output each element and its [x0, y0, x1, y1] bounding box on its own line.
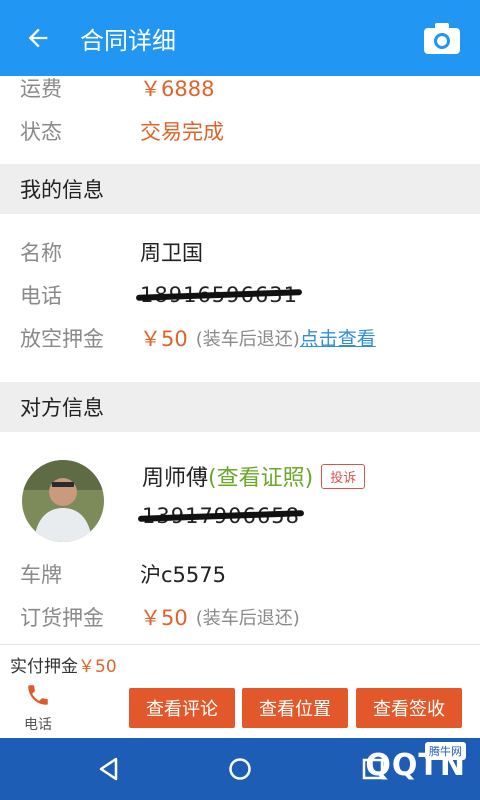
nav-back-icon: [99, 757, 118, 781]
nav-back-button[interactable]: [94, 754, 124, 784]
status-value: 交易完成: [140, 119, 224, 144]
paid-label: 实付押金: [10, 657, 78, 677]
status-row: 状态 交易完成: [0, 109, 480, 152]
freight-label: 运费: [20, 76, 62, 101]
nav-home-icon: [229, 758, 251, 780]
other-info-header: 对方信息: [0, 382, 480, 432]
avatar-photo: [22, 460, 104, 542]
my-phone-value: 18916596631: [140, 282, 298, 307]
page-title: 合同详细: [80, 26, 176, 55]
footer-divider: [0, 644, 480, 645]
phone-icon: [28, 685, 48, 705]
my-name-value: 周卫国: [140, 240, 203, 265]
other-phone-value: 13917906658: [142, 504, 300, 528]
arrow-left-icon: [28, 28, 48, 48]
my-deposit-label: 放空押金: [20, 326, 104, 351]
status-label: 状态: [20, 119, 62, 144]
plate-value: 沪c5575: [140, 562, 226, 587]
order-deposit-row: 订货押金 ￥50 (装车后退还): [0, 595, 480, 638]
paid-value: ￥50: [78, 657, 117, 677]
watermark-badge: 腾牛网: [425, 742, 466, 760]
order-deposit-hint: (装车后退还): [195, 607, 300, 629]
camera-icon: [424, 23, 460, 54]
view-reviews-button[interactable]: 查看评论: [129, 688, 235, 728]
call-button[interactable]: 电话: [18, 682, 58, 734]
system-nav-bar: QQTN 腾牛网: [0, 738, 480, 800]
my-phone-label: 电话: [20, 283, 62, 308]
view-deposit-link[interactable]: 点击查看: [300, 324, 376, 351]
my-name-row: 名称 周卫国: [0, 230, 480, 273]
my-deposit-hint: (装车后退还): [195, 328, 300, 350]
other-name-line: 周师傅 (查看证照) 投诉: [142, 460, 366, 492]
other-name: 周师傅: [142, 466, 209, 491]
my-deposit-value: ￥50: [140, 326, 188, 351]
other-party-card: 周师傅 (查看证照) 投诉 13917906658: [0, 432, 480, 552]
freight-row: 运费 ￥6888: [0, 66, 480, 109]
order-deposit-label: 订货押金: [20, 605, 104, 630]
avatar[interactable]: [22, 460, 104, 542]
my-phone-row: 电话 18916596631: [0, 273, 480, 316]
order-deposit-value: ￥50: [140, 605, 188, 630]
my-info-header: 我的信息: [0, 164, 480, 214]
plate-row: 车牌 沪c5575: [0, 552, 480, 595]
nav-home-button[interactable]: [225, 754, 255, 784]
plate-label: 车牌: [20, 562, 62, 587]
app-bar: 合同详细: [0, 0, 480, 76]
paid-deposit: 实付押金￥50: [10, 652, 117, 677]
back-button[interactable]: [0, 0, 76, 76]
view-receipt-button[interactable]: 查看签收: [356, 688, 462, 728]
freight-value: ￥6888: [140, 76, 215, 101]
call-label: 电话: [24, 717, 52, 733]
my-name-label: 名称: [20, 240, 62, 265]
view-cert-link[interactable]: (查看证照): [208, 460, 313, 492]
view-location-button[interactable]: 查看位置: [242, 688, 348, 728]
my-deposit-row: 放空押金 ￥50 (装车后退还) 点击查看: [0, 316, 480, 359]
contract-details: 运费 ￥6888 状态 交易完成 我的信息 名称 周卫国 电话 18916596…: [0, 66, 480, 638]
camera-button[interactable]: [404, 0, 480, 76]
complain-button[interactable]: 投诉: [321, 463, 366, 489]
